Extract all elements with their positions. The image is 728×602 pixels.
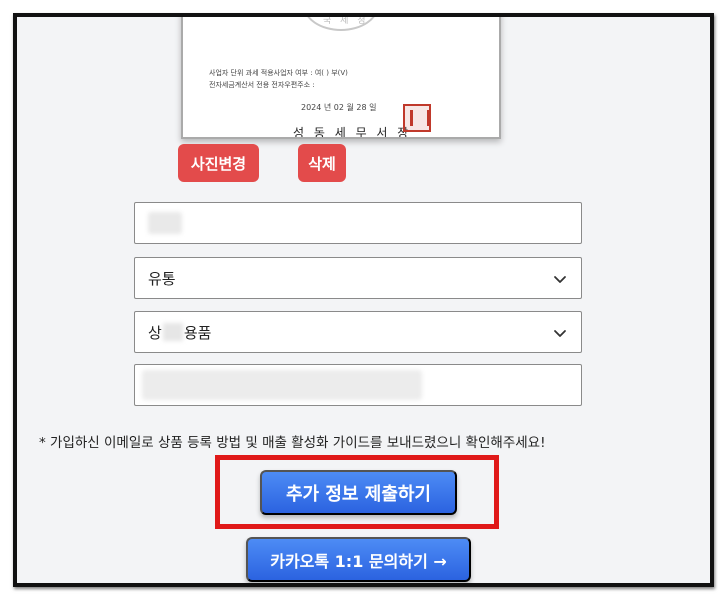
address-input[interactable] — [134, 364, 582, 406]
kakao-inquiry-button[interactable]: 카카오톡 1:1 문의하기 → — [246, 537, 471, 582]
redacted-value — [142, 370, 422, 400]
guide-notice: * 가입하신 이메일로 상품 등록 방법 및 매출 활성화 가이드를 보내드렸으… — [39, 435, 546, 451]
business-type-select[interactable]: 유통 — [134, 257, 582, 299]
redacted-value — [162, 323, 183, 341]
doc-line-2: 전자세금계산서 전용 전자우편주소 : — [209, 81, 315, 89]
category-suffix: 용품 — [183, 323, 212, 342]
screenshot-frame: 국 세 청 사업자 단위 과세 적용사업자 여부 : 여( ) 부(V) 전자세… — [13, 13, 714, 587]
submit-info-button[interactable]: 추가 정보 제출하기 — [260, 470, 457, 515]
doc-line-1: 사업자 단위 과세 적용사업자 여부 : 여( ) 부(V) — [209, 69, 348, 77]
category-select[interactable]: 상 용품 — [134, 311, 582, 353]
business-registration-image: 국 세 청 사업자 단위 과세 적용사업자 여부 : 여( ) 부(V) 전자세… — [181, 16, 501, 139]
change-photo-button[interactable]: 사진변경 — [178, 144, 259, 182]
redacted-value — [148, 212, 182, 234]
doc-office: 성 동 세 무 서 장 — [293, 126, 412, 139]
seal-text: 국 세 청 — [323, 16, 369, 26]
doc-date: 2024 년 02 월 28 일 — [301, 103, 377, 112]
chevron-down-icon — [554, 276, 566, 283]
business-type-value: 유통 — [148, 269, 176, 288]
delete-button[interactable]: 삭제 — [298, 144, 346, 182]
official-stamp-icon — [403, 104, 431, 132]
name-input[interactable] — [134, 202, 582, 244]
chevron-down-icon — [554, 330, 566, 337]
category-prefix: 상 — [148, 323, 162, 342]
